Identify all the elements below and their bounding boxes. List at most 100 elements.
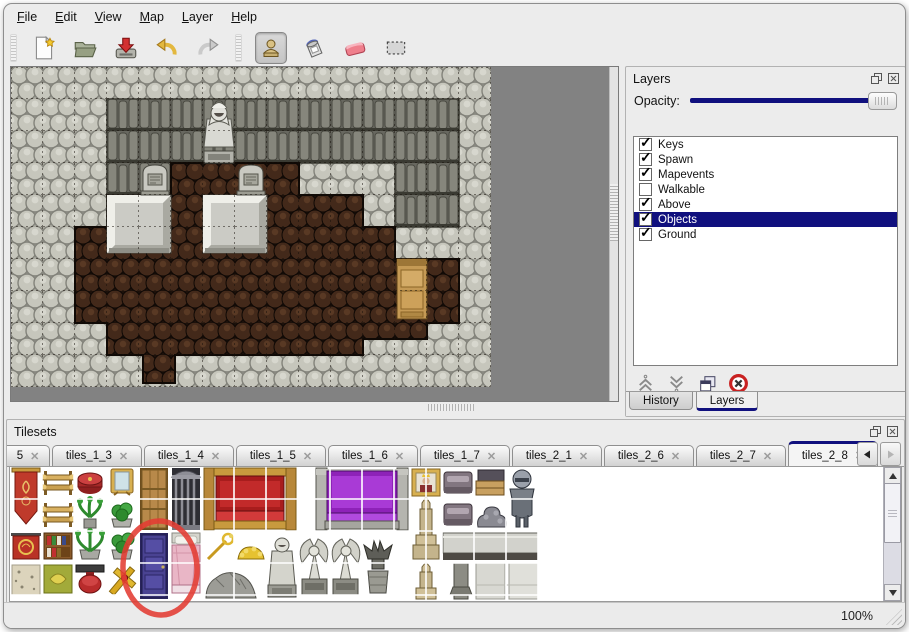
tab-close-icon[interactable]: ✕ — [579, 450, 588, 463]
menu-edit[interactable]: Edit — [46, 7, 86, 27]
eraser-tool-button[interactable] — [341, 34, 369, 62]
layer-visibility-checkbox[interactable] — [639, 228, 652, 241]
tab-close-icon[interactable]: ✕ — [211, 450, 220, 463]
tileset-tab-tiles_1_5[interactable]: tiles_1_5✕ — [236, 445, 326, 466]
tile-gold-cross[interactable] — [103, 561, 142, 600]
layer-row-mapevents[interactable]: Mapevents — [634, 167, 897, 182]
tile-parchment[interactable] — [12, 565, 40, 595]
tab-close-icon[interactable]: ✕ — [303, 450, 312, 463]
tile-purple-door[interactable] — [140, 533, 168, 599]
layer-visibility-checkbox[interactable] — [639, 168, 652, 181]
tile-loom[interactable] — [42, 503, 75, 527]
tab-close-icon[interactable]: ✕ — [671, 450, 680, 463]
tile-gold-pile[interactable] — [238, 547, 264, 559]
menu-layer[interactable]: Layer — [173, 7, 222, 27]
save-map-button[interactable] — [112, 34, 140, 62]
tile-bush-plant[interactable] — [112, 503, 132, 527]
tileset-tab-tiles_2_1[interactable]: tiles_2_1✕ — [512, 445, 602, 466]
map-horizontal-scrollbar[interactable] — [10, 403, 617, 413]
float-panel-icon[interactable] — [869, 72, 883, 86]
tileset-tab-tiles_1_4[interactable]: tiles_1_4✕ — [144, 445, 234, 466]
tileset-tab-5[interactable]: 5✕ — [7, 445, 50, 466]
menu-map[interactable]: Map — [131, 7, 173, 27]
opacity-slider-track[interactable] — [690, 98, 895, 103]
tile-red-banner[interactable] — [12, 468, 40, 524]
map-viewport[interactable] — [10, 66, 619, 402]
tileset-tab-tiles_2_6[interactable]: tiles_2_6✕ — [604, 445, 694, 466]
redo-arrow-icon — [195, 35, 221, 61]
tileset-tab-tiles_1_6[interactable]: tiles_1_6✕ — [328, 445, 418, 466]
dock-tab-layers[interactable]: Layers — [696, 392, 759, 411]
tile-monk-statue[interactable] — [268, 538, 296, 597]
layer-row-keys[interactable]: Keys — [634, 137, 897, 152]
statusbar: 100% — [4, 602, 905, 628]
tileset-vscroll-thumb[interactable] — [884, 483, 901, 543]
tileset-vertical-scrollbar[interactable] — [883, 467, 901, 601]
tile-armor-pile[interactable] — [478, 507, 507, 527]
opacity-slider-handle[interactable] — [868, 92, 897, 110]
menu-view[interactable]: View — [86, 7, 131, 27]
close-panel-icon[interactable] — [885, 425, 899, 439]
tile-metal-case[interactable] — [444, 504, 472, 525]
tile-green-flag[interactable] — [44, 565, 72, 593]
tileset-content[interactable] — [9, 466, 902, 602]
open-map-button[interactable] — [71, 34, 99, 62]
scroll-tabs-left-button[interactable] — [857, 442, 878, 466]
scroll-tabs-right-button[interactable] — [880, 442, 901, 466]
tile-loom[interactable] — [42, 471, 75, 495]
layer-row-walkable[interactable]: Walkable — [634, 182, 897, 197]
redo-button[interactable] — [194, 34, 222, 62]
tile-stone-ledge[interactable] — [443, 533, 538, 599]
tile-potted-palm[interactable] — [75, 528, 105, 559]
tileset-tab-tiles_2_7[interactable]: tiles_2_7 ✕ — [696, 445, 786, 466]
tile-emblem-banner[interactable] — [11, 533, 41, 559]
tab-close-icon[interactable]: ✕ — [30, 450, 39, 463]
undo-button[interactable] — [153, 34, 181, 62]
layer-row-ground[interactable]: Ground — [634, 227, 897, 242]
tile-bookshelf[interactable] — [44, 533, 72, 559]
tile-gold-scepter[interactable] — [208, 534, 233, 559]
float-panel-icon[interactable] — [868, 425, 882, 439]
toolbar-drag-handle[interactable] — [10, 34, 17, 62]
layer-row-objects[interactable]: Objects — [634, 212, 897, 227]
tile-crate-gray-top[interactable] — [476, 470, 504, 495]
stamp-tool-button[interactable] — [255, 32, 287, 64]
scroll-up-button[interactable] — [884, 467, 901, 484]
tab-close-icon[interactable]: ✕ — [119, 450, 128, 463]
tile-metal-case[interactable] — [444, 472, 472, 493]
undo-arrow-icon — [154, 35, 180, 61]
map-vertical-scrollbar[interactable] — [609, 67, 618, 401]
menu-file[interactable]: File — [8, 7, 46, 27]
toolbar — [4, 29, 905, 66]
tile-gargoyle[interactable] — [364, 541, 392, 593]
layer-row-spawn[interactable]: Spawn — [634, 152, 897, 167]
toolbar-drag-handle[interactable] — [235, 34, 242, 62]
scroll-down-button[interactable] — [884, 584, 901, 601]
tab-close-icon[interactable]: ✕ — [487, 450, 496, 463]
tile-angel-statue[interactable] — [300, 539, 328, 595]
tab-close-icon[interactable]: ✕ — [395, 450, 404, 463]
tab-close-icon[interactable]: ✕ — [763, 450, 772, 463]
layer-row-above[interactable]: Above — [634, 197, 897, 212]
map-canvas[interactable] — [11, 67, 616, 399]
tile-red-cushion[interactable] — [78, 473, 102, 494]
tile-mirror[interactable] — [111, 469, 133, 495]
new-map-button[interactable] — [30, 34, 58, 62]
select-tool-button[interactable] — [382, 34, 410, 62]
window-resize-grip[interactable] — [886, 609, 902, 625]
map-vscroll-thumb[interactable] — [610, 184, 618, 241]
dock-tab-history[interactable]: History — [629, 392, 693, 410]
tileset-canvas[interactable] — [10, 467, 550, 600]
tile-potted-plant[interactable] — [112, 533, 134, 559]
menu-help[interactable]: Help — [222, 7, 266, 27]
tile-red-seal[interactable] — [76, 565, 104, 593]
tileset-tab-tiles_1_7[interactable]: tiles_1_7✕ — [420, 445, 510, 466]
opacity-label: Opacity: — [634, 94, 680, 108]
tab-label: tiles_2_7 — [710, 450, 756, 462]
tile-palm-plant[interactable] — [77, 496, 103, 528]
tileset-tab-tiles_1_3[interactable]: tiles_1_3✕ — [52, 445, 142, 466]
opacity-slider[interactable] — [688, 92, 897, 109]
map-hscroll-thumb[interactable] — [428, 404, 474, 411]
close-panel-icon[interactable] — [886, 72, 900, 86]
fill-tool-button[interactable] — [300, 34, 328, 62]
